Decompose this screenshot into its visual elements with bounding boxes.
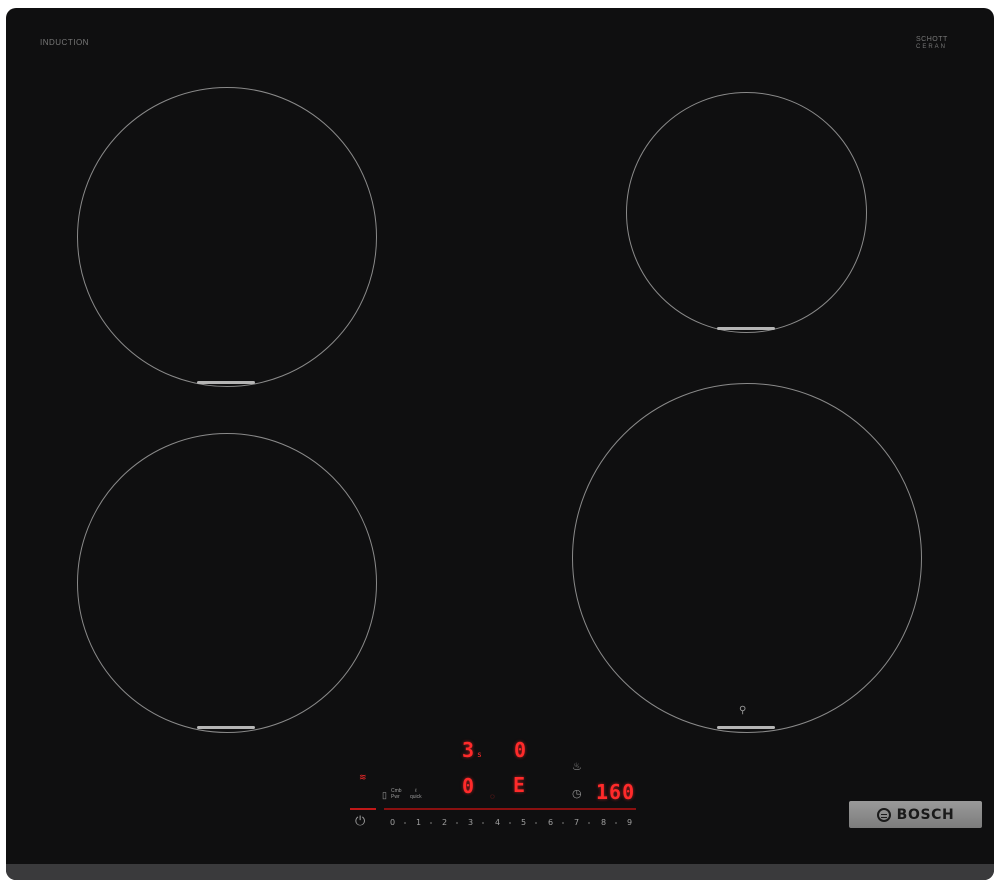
cooking-zone-front-left-bottom[interactable] (77, 433, 377, 733)
level-separator (535, 822, 537, 824)
zone-timer-right-display: 0 (514, 738, 527, 762)
level-separator (456, 822, 458, 824)
level-separator (509, 822, 511, 824)
zone-marker (197, 381, 255, 384)
level-separator (615, 822, 617, 824)
combi-label-bottom: Pwr (391, 794, 400, 800)
power-level-2[interactable]: 2 (442, 818, 447, 827)
power-level-4[interactable]: 4 (495, 818, 500, 827)
cooking-zone-front-right[interactable] (572, 383, 922, 733)
level-separator (588, 822, 590, 824)
wifi-icon[interactable]: ≋ (359, 772, 367, 783)
power-level-0[interactable]: 0 (390, 818, 395, 827)
power-level-1[interactable]: 1 (416, 818, 421, 827)
power-level-9[interactable]: 9 (627, 818, 632, 827)
cooktop-glass: INDUCTION SCHOTT CERAN ⚲ 3 s 0 0 ◌ E ♨ ◷… (6, 8, 994, 880)
pan-sensor-icon: ⚲ (739, 705, 747, 716)
power-button-icon[interactable]: ⏻ (355, 813, 365, 829)
power-level-7[interactable]: 7 (574, 818, 579, 827)
brand-plate: BOSCH (849, 801, 982, 828)
power-level-5[interactable]: 5 (521, 818, 526, 827)
brand-name: BOSCH (896, 806, 955, 823)
zone-timer-display: 3 (462, 738, 475, 762)
power-level-3[interactable]: 3 (468, 818, 473, 827)
zone-marker (717, 327, 775, 330)
cooking-zone-rear-right[interactable] (626, 92, 867, 333)
zone-timer-unit: s (477, 750, 482, 759)
level-separator (562, 822, 564, 824)
level-separator (430, 822, 432, 824)
cooking-zone-front-left-top[interactable] (77, 87, 377, 387)
clock-icon[interactable]: ◷ (572, 787, 582, 800)
ceran-label: CERAN (916, 44, 948, 50)
zone-marker (717, 726, 775, 729)
level-separator (482, 822, 484, 824)
combi-zone-icon[interactable]: ▯ (382, 790, 387, 801)
schott-label: SCHOTT (916, 36, 948, 43)
power-level-6[interactable]: 6 (548, 818, 553, 827)
front-edge-trim (6, 864, 994, 880)
timer-value-display: 160 (596, 780, 636, 804)
quick-label-bottom: quick (410, 794, 422, 800)
power-slider-track-left[interactable] (350, 808, 376, 810)
residual-heat-indicator: ◌ (490, 792, 495, 801)
timer-function-icon[interactable]: ♨ (572, 760, 582, 773)
power-level-8[interactable]: 8 (601, 818, 606, 827)
level-separator (404, 822, 406, 824)
power-slider-track[interactable] (384, 808, 636, 810)
bosch-logo-icon (876, 807, 891, 822)
zone-level-display: 0 (462, 774, 475, 798)
error-display: E (513, 773, 526, 797)
induction-label: INDUCTION (40, 38, 89, 47)
zone-marker (197, 726, 255, 729)
